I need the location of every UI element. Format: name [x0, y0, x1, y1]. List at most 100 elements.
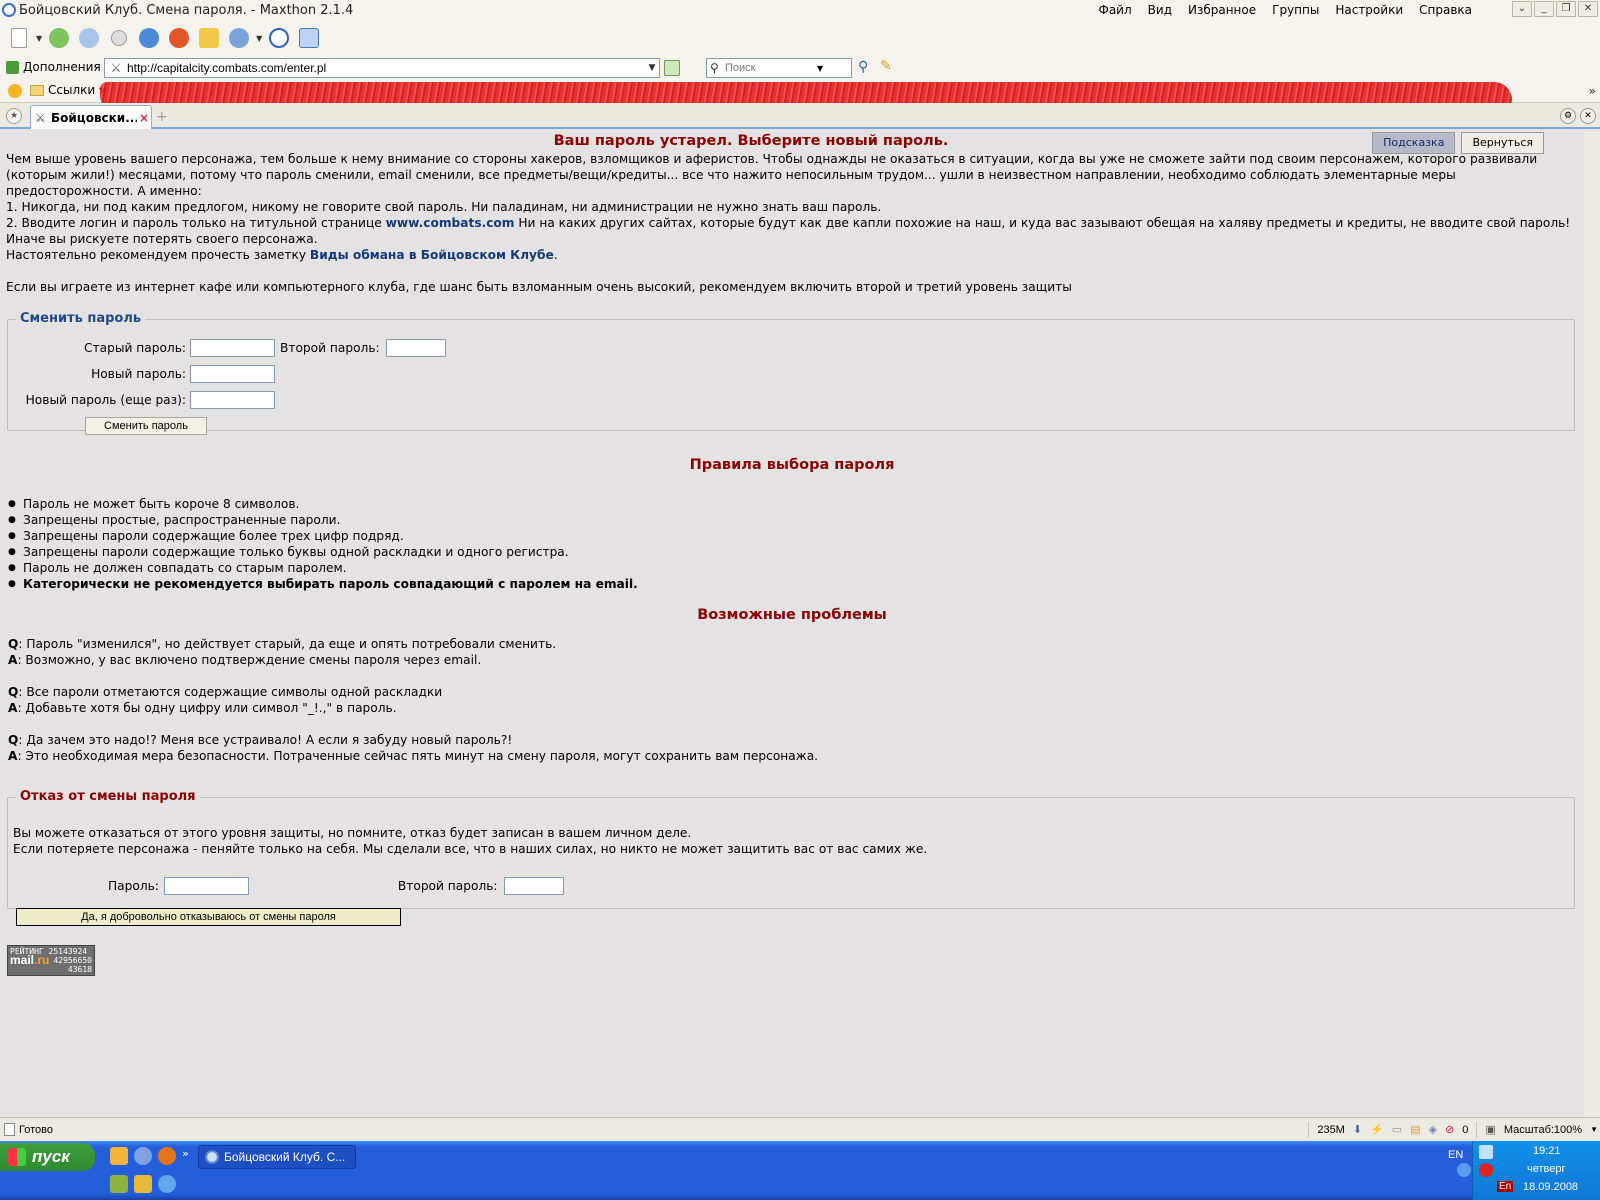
memory-usage[interactable]: 235M: [1317, 1124, 1345, 1136]
page-icon: [4, 1123, 15, 1136]
refuse-change-form: Отказ от смены пароля Вы можете отказать…: [7, 789, 1575, 926]
main-toolbar: ▼ ▼: [0, 20, 1600, 56]
folder-status-icon[interactable]: ▤: [1410, 1123, 1420, 1136]
tools-icon[interactable]: [110, 1175, 128, 1193]
status-bar: Готово 235M ⬇ ⚡ ▭ ▤ ◈ ⊘ 0 ▣ Масштаб:100%…: [0, 1117, 1600, 1141]
menu-view[interactable]: Вид: [1140, 2, 1180, 18]
undo-dropdown-icon[interactable]: ▼: [256, 34, 262, 43]
fraud-types-link[interactable]: Виды обмана в Бойцовском Клубе: [310, 248, 554, 262]
favorites-icon[interactable]: [8, 84, 22, 98]
url-text[interactable]: http://capitalcity.combats.com/enter.pl: [127, 61, 645, 75]
popup-icon[interactable]: ▭: [1392, 1123, 1402, 1136]
search-box[interactable]: ⚲ ▼: [706, 58, 852, 78]
addons-button[interactable]: Дополнения: [6, 60, 101, 74]
refuse-password-input[interactable]: [163, 877, 249, 895]
history-dropdown-button[interactable]: [106, 25, 132, 51]
undo-close-button[interactable]: [226, 25, 252, 51]
antivirus-icon[interactable]: [1479, 1163, 1493, 1177]
old-password-input[interactable]: [190, 339, 275, 357]
clock-button[interactable]: [266, 25, 292, 51]
zoom-dropdown-icon[interactable]: ▼: [1590, 1125, 1598, 1134]
menu-file[interactable]: Файл: [1091, 2, 1140, 18]
layers-icon[interactable]: ◈: [1429, 1123, 1437, 1136]
refuse-second-password-input[interactable]: [503, 877, 564, 895]
refresh-button[interactable]: [136, 25, 162, 51]
highlight-icon[interactable]: ✎: [880, 58, 892, 74]
zoom-level[interactable]: Масштаб:100%: [1504, 1124, 1582, 1136]
screen-button[interactable]: [296, 25, 322, 51]
q-mark: Q: [8, 637, 19, 651]
task-button-combats[interactable]: Бойцовский Клуб. С...: [198, 1145, 356, 1169]
collapse-icon[interactable]: ⌄: [1512, 1, 1532, 17]
links-bar: Ссылки ▼ »: [0, 81, 1600, 108]
download-icon[interactable]: ⬇: [1353, 1123, 1362, 1136]
question-text: : Пароль "изменился", но действует стары…: [18, 637, 557, 651]
vertical-scrollbar[interactable]: [1584, 131, 1600, 1117]
go-button[interactable]: [664, 60, 680, 76]
tab-menu-icon[interactable]: ★: [6, 108, 22, 124]
tab-bar-tools: ⚙ ✕: [1560, 108, 1596, 124]
network-icon[interactable]: [1479, 1145, 1493, 1159]
maxthon-icon[interactable]: [134, 1147, 152, 1165]
status-text: Готово: [19, 1123, 53, 1136]
flash-icon[interactable]: [134, 1175, 152, 1193]
menu-favorites[interactable]: Избранное: [1180, 2, 1264, 18]
menu-groups[interactable]: Группы: [1264, 2, 1327, 18]
refuse-password-label: Пароль:: [108, 879, 159, 893]
task-label: Бойцовский Клуб. С...: [224, 1150, 346, 1164]
search-go-icon[interactable]: ⚲: [858, 59, 868, 75]
ie-icon[interactable]: [158, 1175, 176, 1193]
rating-count-2: 42956650: [53, 956, 92, 965]
close-all-tabs-icon[interactable]: ✕: [1580, 108, 1596, 124]
menu-settings[interactable]: Настройки: [1327, 2, 1411, 18]
menu-help[interactable]: Справка: [1411, 2, 1480, 18]
messenger-icon[interactable]: [110, 1147, 128, 1165]
refuse-button[interactable]: Да, я добровольно отказываюсь от смены п…: [16, 908, 401, 926]
close-window-icon[interactable]: ✕: [1578, 1, 1598, 17]
rule-item: Запрещены простые, распространенные паро…: [8, 512, 638, 528]
url-dropdown-icon[interactable]: ▼: [645, 63, 659, 73]
intro-item-1: 1. Никогда, ни под каким предлогом, нико…: [6, 200, 882, 214]
tray-language[interactable]: En: [1497, 1181, 1514, 1192]
new-page-dropdown-icon[interactable]: ▼: [36, 34, 42, 43]
tray-arrow-icon[interactable]: [1457, 1163, 1471, 1177]
more-quicklaunch-icon[interactable]: »: [182, 1147, 192, 1165]
clock-day: четверг: [1527, 1163, 1566, 1175]
search-dropdown-icon[interactable]: ▼: [817, 64, 823, 73]
combats-link[interactable]: www.combats.com: [386, 216, 515, 230]
new-password-input[interactable]: [190, 365, 275, 383]
links-folder[interactable]: Ссылки ▼: [30, 83, 105, 97]
language-indicator[interactable]: EN: [1448, 1149, 1463, 1161]
start-button[interactable]: пуск: [0, 1143, 95, 1171]
recommend-line: Настоятельно рекомендуем прочесть заметк…: [6, 247, 1580, 263]
mailru-rating-badge[interactable]: РЕЙТИНГ 25143924 mail.ru 42956650 43618: [7, 945, 95, 976]
forward-button[interactable]: [76, 25, 102, 51]
clock-time[interactable]: 19:21: [1533, 1145, 1561, 1157]
windows-flag-icon: [8, 1148, 26, 1166]
more-links-icon[interactable]: »: [1589, 84, 1596, 98]
address-input[interactable]: ⚔ http://capitalcity.combats.com/enter.p…: [104, 58, 660, 78]
stop-button[interactable]: [166, 25, 192, 51]
blocker-icon[interactable]: ⊘: [1445, 1123, 1454, 1136]
windows-taskbar: пуск » Бойцовский Клуб. С... EN 19:21 че…: [0, 1141, 1600, 1200]
new-page-button[interactable]: [6, 25, 32, 51]
firefox-icon[interactable]: [158, 1147, 176, 1165]
minimize-icon[interactable]: _: [1534, 1, 1554, 17]
repeat-password-input[interactable]: [190, 391, 275, 409]
refuse-second-password-label: Второй пароль:: [397, 879, 498, 893]
wrench-icon[interactable]: ⚙: [1560, 108, 1576, 124]
problems-title: Возможные проблемы: [697, 607, 887, 623]
tab-combats[interactable]: ⚔ Бойцовски... ×: [30, 105, 152, 129]
new-tab-icon[interactable]: +: [156, 109, 168, 125]
answer-text: : Это необходимая мера безопасности. Пот…: [17, 749, 819, 763]
second-password-input[interactable]: [385, 339, 446, 357]
mailru-logo: mail.ru: [10, 954, 49, 974]
restore-icon[interactable]: ❐: [1556, 1, 1576, 17]
change-password-button[interactable]: Сменить пароль: [85, 417, 207, 435]
answer: A: Это необходимая мера безопасности. По…: [8, 748, 818, 764]
back-button[interactable]: [46, 25, 72, 51]
search-input[interactable]: [707, 62, 817, 74]
tab-close-icon[interactable]: ×: [137, 111, 151, 125]
lightning-icon[interactable]: ⚡: [1370, 1123, 1384, 1136]
home-button[interactable]: [196, 25, 222, 51]
